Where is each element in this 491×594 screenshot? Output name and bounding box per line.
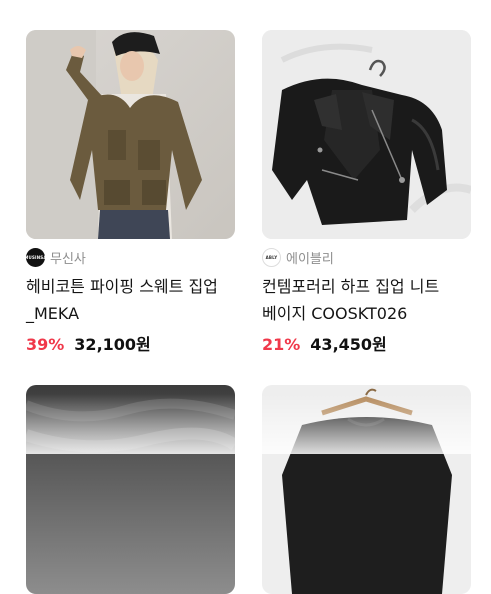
product-card[interactable] [262,385,471,594]
price-row: 39% 32,100원 [26,331,235,355]
store-name[interactable]: 에이블리 [286,248,334,267]
discount-rate: 21% [262,335,301,354]
store-info[interactable]: MUSINSA 무신사 [24,247,235,267]
product-grid: MUSINSA 무신사 헤비코튼 파이핑 스웨트 집업_MEKA 39% 32,… [0,0,491,594]
product-title[interactable]: 헤비코튼 파이핑 스웨트 집업_MEKA [26,273,241,327]
price-row: 21% 43,450원 [262,331,471,355]
product-image[interactable] [262,30,471,239]
musinsa-logo-icon: MUSINSA [24,247,46,267]
product-price: 43,450원 [310,335,387,354]
product-card[interactable]: MUSINSA 무신사 헤비코튼 파이핑 스웨트 집업_MEKA 39% 32,… [24,30,235,355]
product-card[interactable]: ABLY 에이블리 컨템포러리 하프 집업 니트 베이지 COOSKT026 2… [262,30,471,355]
discount-rate: 39% [26,335,65,354]
product-image[interactable] [26,30,235,239]
product-price: 32,100원 [74,335,151,354]
product-card[interactable] [26,385,235,594]
store-info[interactable]: ABLY 에이블리 [262,247,471,267]
product-image[interactable] [262,385,471,594]
store-name[interactable]: 무신사 [50,248,86,267]
product-image[interactable] [26,385,235,594]
product-title[interactable]: 컨템포러리 하프 집업 니트 베이지 COOSKT026 [262,273,477,327]
ably-logo-icon: ABLY [262,247,281,267]
